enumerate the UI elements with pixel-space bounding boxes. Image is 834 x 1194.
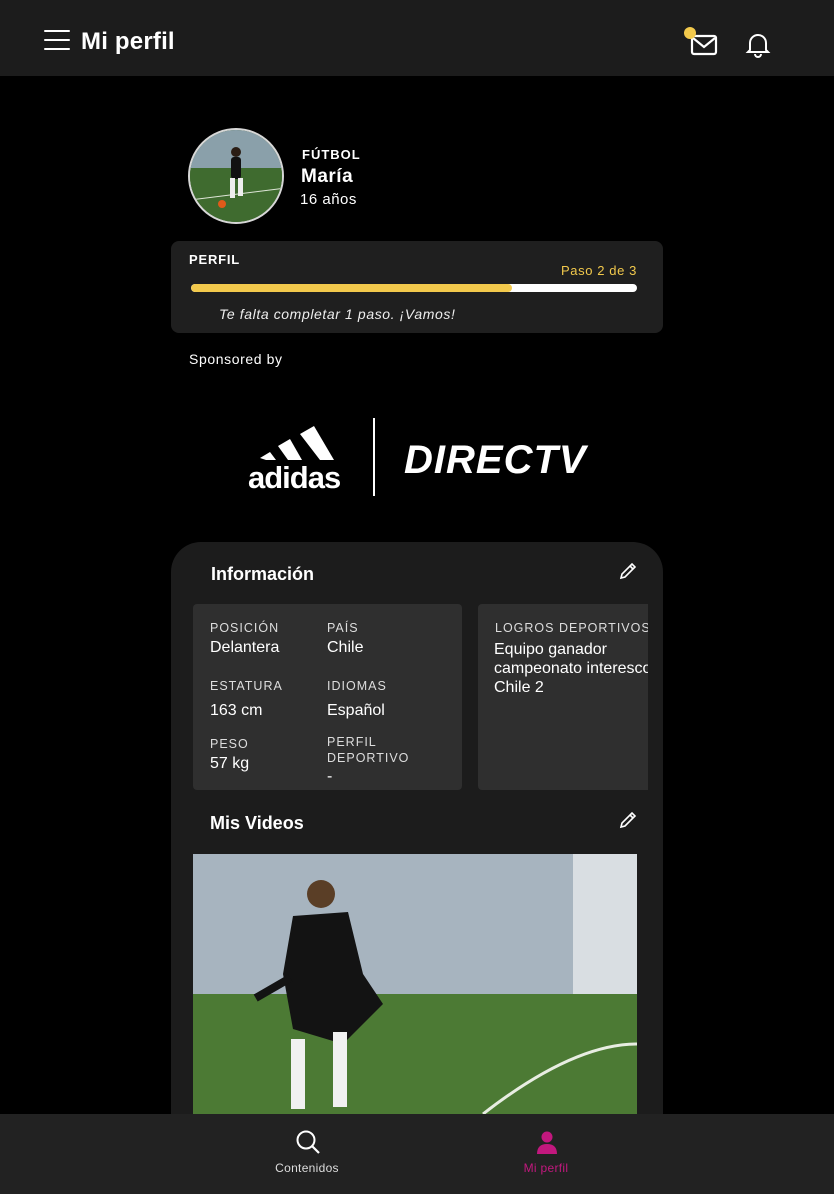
search-icon (296, 1130, 320, 1154)
info-section-title: Información (211, 564, 315, 584)
progress-label: PERFIL (189, 252, 241, 267)
progress-hint: Te falta completar 1 paso. ¡Vamos! (219, 306, 456, 322)
avatar[interactable] (188, 128, 284, 224)
languages-label: IDIOMAS (327, 679, 387, 693)
adidas-wordmark: adidas (248, 460, 341, 495)
menu-icon[interactable] (44, 30, 70, 52)
position-value: Delantera (210, 639, 280, 656)
progress-bar (191, 284, 637, 292)
directv-wordmark: DIRECTV (404, 438, 587, 482)
info-card: POSICIÓN Delantera PAÍS Chile ESTATURA 1… (193, 604, 462, 790)
achievements-card[interactable]: LOGROS DEPORTIVOS Equipo ganador campeon… (478, 604, 648, 790)
height-value: 163 cm (210, 702, 263, 719)
position-label: POSICIÓN (210, 621, 280, 635)
sport-label: FÚTBOL (302, 147, 361, 162)
sponsor-divider (373, 418, 375, 496)
video-thumbnail[interactable] (193, 854, 637, 1114)
nav-label-mi-perfil: Mi perfil (523, 1161, 569, 1175)
achievements-label: LOGROS DEPORTIVOS (495, 621, 648, 635)
user-icon (537, 1131, 557, 1154)
nav-item-mi-perfil[interactable]: Mi perfil (466, 1114, 626, 1194)
sport-profile-value: - (327, 768, 333, 785)
nav-label-contenidos: Contenidos (275, 1161, 339, 1175)
profile-name: María (301, 166, 354, 187)
achievements-value: Equipo ganador campeonato interescolar, … (494, 641, 648, 696)
bell-icon[interactable] (744, 30, 772, 58)
edit-videos-pencil-icon[interactable] (618, 810, 638, 830)
page-title: Mi perfil (81, 28, 175, 55)
country-label: PAÍS (327, 621, 359, 635)
info-panel: Información POSICIÓN Delantera PAÍS Chil… (171, 542, 663, 1142)
videos-section-title: Mis Videos (210, 813, 304, 833)
weight-label: PESO (210, 737, 249, 751)
sponsored-label: Sponsored by (189, 351, 283, 367)
unread-badge (684, 27, 696, 39)
sport-profile-label: PERFIL DEPORTIVO (327, 735, 410, 765)
profile-age: 16 años (300, 191, 357, 208)
nav-item-contenidos[interactable]: Contenidos (227, 1114, 387, 1194)
edit-info-pencil-icon[interactable] (618, 561, 638, 581)
profile-progress-card[interactable]: PERFIL Paso 2 de 3 Te falta completar 1 … (171, 241, 663, 333)
progress-step: Paso 2 de 3 (561, 263, 637, 278)
weight-value: 57 kg (210, 755, 250, 772)
top-app-bar: Mi perfil (0, 0, 834, 76)
country-value: Chile (327, 639, 364, 656)
languages-value: Español (327, 702, 385, 719)
height-label: ESTATURA (210, 679, 283, 693)
progress-bar-fill (191, 284, 513, 292)
bottom-nav: Contenidos Mi perfil (0, 1114, 834, 1194)
